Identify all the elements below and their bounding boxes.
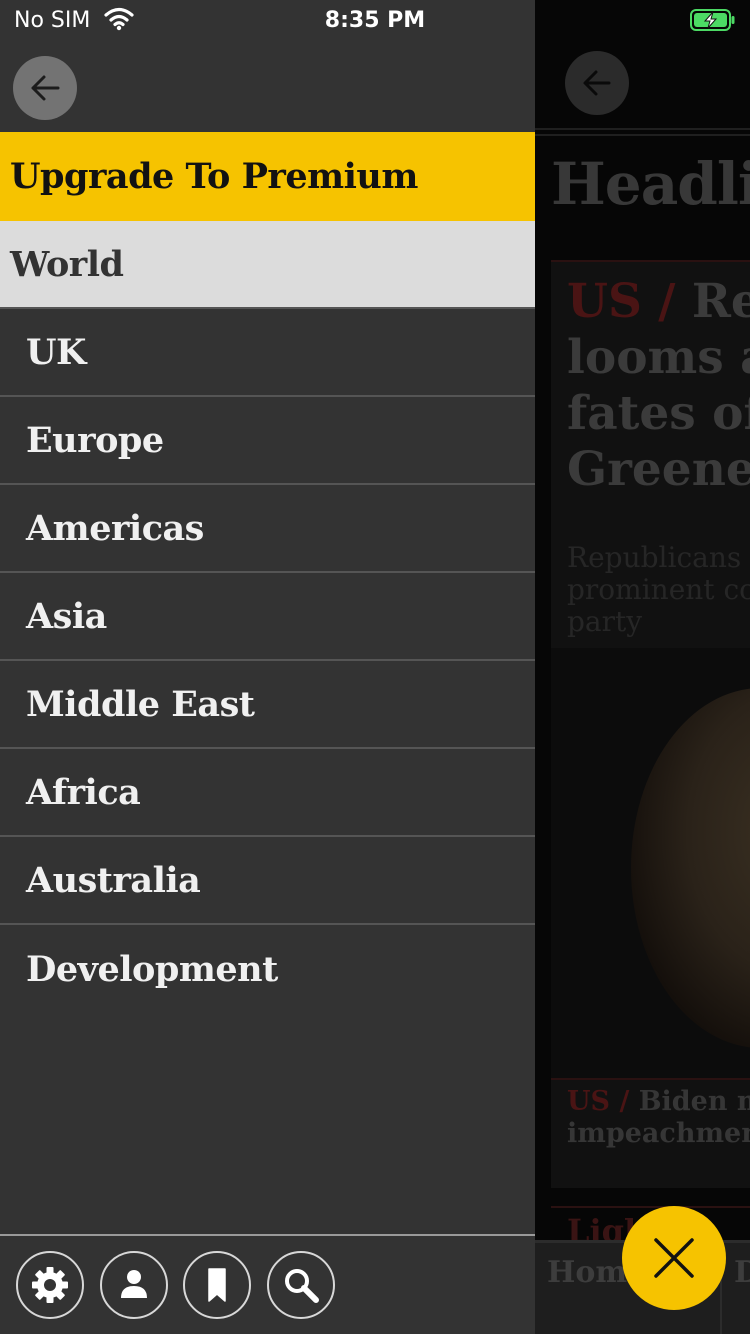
menu-item-asia[interactable]: Asia [0, 573, 535, 661]
section-header-world[interactable]: World [0, 221, 535, 309]
status-bar: No SIM 8:35 PM [0, 0, 750, 40]
lead-kicker: US / [567, 274, 676, 329]
navigation-drawer: Upgrade To Premium World UK Europe Ameri… [0, 0, 535, 1334]
menu-item-americas[interactable]: Americas [0, 485, 535, 573]
settings-button[interactable] [16, 1251, 84, 1319]
menu-item-europe[interactable]: Europe [0, 397, 535, 485]
profile-button[interactable] [100, 1251, 168, 1319]
menu-item-uk[interactable]: UK [0, 309, 535, 397]
search-button[interactable] [267, 1251, 335, 1319]
section-title: Headlin [551, 150, 750, 218]
arrow-left-icon [31, 75, 60, 101]
divider [535, 134, 750, 136]
drawer-back-button[interactable] [13, 56, 77, 120]
battery-charging-icon [690, 9, 735, 31]
lead-standfirst: Republicans r prominent cor party [567, 541, 750, 638]
lead-article-photo [551, 648, 750, 1078]
background-back-button [565, 51, 629, 115]
close-menu-button[interactable] [622, 1206, 726, 1310]
menu-item-development[interactable]: Development [0, 925, 535, 1013]
menu-item-australia[interactable]: Australia [0, 837, 535, 925]
lead-headline: US / Rep looms as fates of r Greene [567, 274, 750, 498]
gear-icon [32, 1267, 68, 1303]
drawer-footer [0, 1234, 535, 1334]
arrow-left-icon [583, 70, 611, 96]
search-icon [285, 1269, 319, 1303]
second-headline: US / Biden mov impeachment [567, 1086, 750, 1150]
menu-item-africa[interactable]: Africa [0, 749, 535, 837]
bookmark-icon [208, 1268, 226, 1302]
lead-article-card: US / Rep looms as fates of r Greene Repu… [551, 260, 750, 648]
divider [535, 128, 750, 130]
clock: 8:35 PM [324, 8, 426, 33]
menu-item-middle-east[interactable]: Middle East [0, 661, 535, 749]
profile-icon [121, 1270, 147, 1298]
close-icon [654, 1238, 694, 1278]
bookmarks-button[interactable] [183, 1251, 251, 1319]
tab-next: D [734, 1255, 750, 1290]
photo-subject [631, 688, 750, 1048]
second-article-card: US / Biden mov impeachment [551, 1078, 750, 1188]
second-kicker: US / [567, 1086, 630, 1117]
upgrade-premium-button[interactable]: Upgrade To Premium [0, 132, 535, 221]
